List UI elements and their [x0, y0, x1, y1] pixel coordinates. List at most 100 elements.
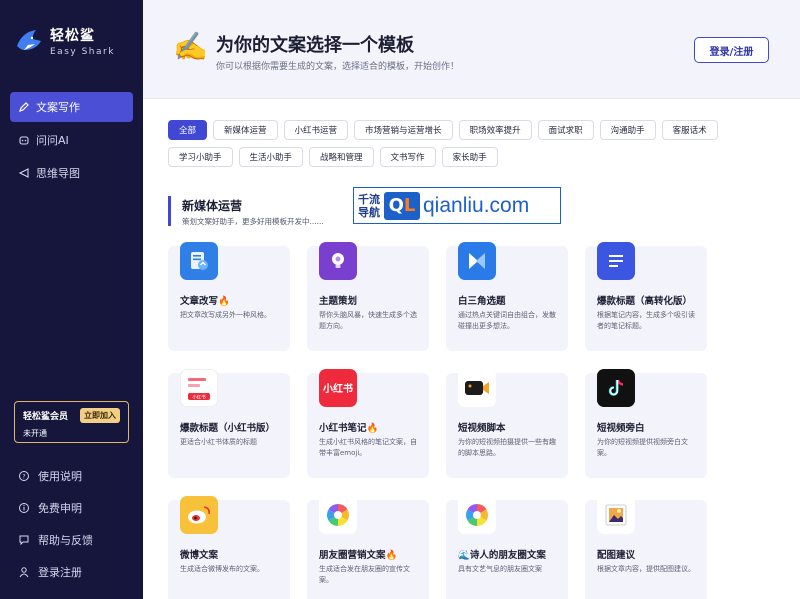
card-description: 帮你头脑风暴，快速生成多个选题方向。 — [319, 311, 417, 330]
template-card[interactable]: 配图建议 根据文章内容，提供配图建议。 — [585, 496, 707, 599]
sidebar-item-feedback[interactable]: 帮助与反馈 — [10, 524, 133, 556]
card-title: 朋友圈营销文案🔥 — [319, 550, 398, 561]
help-circle-icon: ? — [19, 471, 29, 481]
sidebar-item-mindmap[interactable]: 思维导图 — [10, 158, 133, 188]
card-title: 白三角选题 — [458, 296, 506, 307]
filter-chip[interactable]: 市场营销与运营增长 — [354, 120, 453, 140]
card-title: 小红书笔记🔥 — [319, 423, 379, 434]
sidebar-item-label: 思维导图 — [36, 167, 80, 180]
filter-chip[interactable]: 小红书运营 — [283, 120, 349, 140]
watermark-l: L — [403, 195, 416, 216]
join-member-button[interactable]: 立即加入 — [80, 408, 120, 423]
template-card[interactable]: 主题策划 帮你头脑风暴，快速生成多个选题方向。 — [307, 242, 429, 351]
filter-chip[interactable]: 客服话术 — [661, 120, 718, 140]
card-description: 为你的短视频拍摄提供一些有趣的脚本思路。 — [458, 438, 556, 457]
mindmap-icon — [18, 168, 29, 178]
filter-chip[interactable]: 沟通助手 — [599, 120, 656, 140]
card-description: 根据笔记内容，生成多个吸引读者的笔记标题。 — [597, 311, 695, 330]
shark-logo-icon — [17, 30, 41, 50]
sidebar-item-ask-ai[interactable]: 问问AI — [10, 125, 133, 155]
filter-chip[interactable]: 新媒体运营 — [213, 120, 278, 140]
weibo-icon — [180, 496, 218, 534]
watermark-text: 千流 — [358, 192, 380, 206]
page-subtitle: 你可以根据你需要生成的文案，选择适合的模板，开始创作！ — [216, 62, 460, 72]
template-card[interactable]: 小红书 爆款标题（小红书版） 更适合小红书体质的标题 — [168, 369, 290, 478]
category-filter-bar: 全部 新媒体运营 小红书运营 市场营销与运营增长 职场效率提升 面试求职 沟通助… — [168, 120, 793, 174]
card-description: 根据文章内容，提供配图建议。 — [597, 565, 695, 573]
watermark-logo: 千流 导航 QL qianliu.com — [353, 187, 561, 224]
sidebar-item-usage-guide[interactable]: ? 使用说明 — [10, 460, 133, 492]
card-title: 微博文案 — [180, 550, 219, 561]
card-title: 配图建议 — [597, 550, 636, 561]
sidebar-item-label: 帮助与反馈 — [38, 534, 93, 547]
sidebar-item-login[interactable]: 登录注册 — [10, 556, 133, 588]
writing-hand-icon: ✍️ — [173, 30, 208, 63]
brand-subtitle: Easy Shark — [50, 47, 115, 57]
filter-chip[interactable]: 职场效率提升 — [458, 120, 532, 140]
svg-text:小红书: 小红书 — [192, 394, 206, 401]
pen-icon — [19, 102, 29, 112]
template-card[interactable]: 朋友圈营销文案🔥 生成适合发在朋友圈的宣传文案。 — [307, 496, 429, 599]
chat-bot-icon — [19, 136, 29, 145]
section-accent-bar — [168, 196, 171, 226]
filter-chip[interactable]: 生活小助手 — [238, 147, 304, 167]
xiaohongshu-title-icon: 小红书 — [180, 369, 218, 407]
article-rewrite-icon — [180, 242, 218, 280]
filter-chip[interactable]: 家长助手 — [441, 147, 498, 167]
filter-chip[interactable]: 面试求职 — [537, 120, 594, 140]
sidebar-item-writing[interactable]: 文案写作 — [10, 92, 133, 122]
card-title: 文章改写🔥 — [180, 296, 230, 307]
card-description: 为你的短视频提供视频旁白文案。 — [597, 438, 688, 457]
template-card[interactable]: 短视频脚本 为你的短视频拍摄提供一些有趣的脚本思路。 — [446, 369, 568, 478]
filter-chip[interactable]: 全部 — [168, 120, 208, 140]
section-subtitle: 策划文案好助手，更多好用模板开发中...... — [182, 217, 324, 226]
filter-chip[interactable]: 战略和管理 — [309, 147, 374, 167]
watermark-q: Q — [388, 195, 404, 216]
main-content: 全部 新媒体运营 小红书运营 市场营销与运营增长 职场效率提升 面试求职 沟通助… — [143, 99, 800, 599]
sidebar-item-label: 登录注册 — [38, 566, 82, 579]
sidebar-item-disclaimer[interactable]: 免费申明 — [10, 492, 133, 524]
template-card[interactable]: 短视频旁白 为你的短视频提供视频旁白文案。 — [585, 369, 707, 478]
brand[interactable]: 轻松鲨 Easy Shark — [14, 25, 115, 57]
lightbulb-icon — [319, 242, 357, 280]
card-title: 短视频旁白 — [597, 423, 645, 434]
login-register-button[interactable]: 登录/注册 — [694, 37, 769, 63]
sidebar-nav: 文案写作 问问AI 思维导图 — [10, 92, 133, 191]
triangle-icon — [458, 242, 496, 280]
member-status: 未开通 — [23, 429, 47, 438]
member-title: 轻松鲨会员 — [23, 412, 69, 422]
moments-icon — [319, 496, 357, 534]
card-description: 生成适合发在朋友圈的宣传文案。 — [319, 565, 410, 584]
page-header: ✍️ 为你的文案选择一个模板 你可以根据你需要生成的文案，选择适合的模板，开始创… — [143, 0, 800, 99]
sidebar-item-label: 使用说明 — [38, 470, 82, 483]
filter-chip[interactable]: 学习小助手 — [168, 147, 233, 167]
card-title: 爆款标题（小红书版） — [180, 423, 276, 434]
card-description: 把文章改写成另外一种风格。 — [180, 311, 271, 319]
sidebar-item-label: 免费申明 — [38, 502, 82, 515]
card-description: 生成适合微博发布的文案。 — [180, 565, 264, 573]
svg-text:小红书: 小红书 — [322, 382, 353, 395]
card-description: 生成小红书风格的笔记文案，自带丰富emoji。 — [319, 438, 417, 457]
sidebar-bottom-nav: ? 使用说明 免费申明 帮助与反馈 登录注册 — [10, 460, 133, 588]
picture-icon — [597, 496, 635, 534]
template-card[interactable]: 白三角选题 通过热点关键词自由组合，发散碰撞出更多想法。 — [446, 242, 568, 351]
card-title: 短视频脚本 — [458, 423, 506, 434]
sidebar: 轻松鲨 Easy Shark 文案写作 问问AI 思维导图 轻松鲨会员 立即加入… — [0, 0, 143, 599]
card-title: 🌊诗人的朋友圈文案 — [458, 550, 546, 561]
template-card[interactable]: 微博文案 生成适合微博发布的文案。 — [168, 496, 290, 599]
headline-icon — [597, 242, 635, 280]
watermark-text: 导航 — [358, 205, 380, 219]
template-card[interactable]: 爆款标题（高转化版） 根据笔记内容，生成多个吸引读者的笔记标题。 — [585, 242, 707, 351]
feedback-icon — [19, 535, 29, 546]
template-card[interactable]: 小红书 小红书笔记🔥 生成小红书风格的笔记文案，自带丰富emoji。 — [307, 369, 429, 478]
filter-chip[interactable]: 文书写作 — [379, 147, 436, 167]
moments-poet-icon — [458, 496, 496, 534]
card-title: 爆款标题（高转化版） — [597, 296, 693, 307]
page-title: 为你的文案选择一个模板 — [216, 35, 414, 56]
card-description: 通过热点关键词自由组合，发散碰撞出更多想法。 — [458, 311, 556, 330]
sidebar-item-label: 问问AI — [36, 134, 69, 147]
member-card: 轻松鲨会员 立即加入 未开通 — [14, 401, 129, 443]
template-card[interactable]: 文章改写🔥 把文章改写成另外一种风格。 — [168, 242, 290, 351]
template-card[interactable]: 🌊诗人的朋友圈文案 具有文艺气息的朋友圈文案 — [446, 496, 568, 599]
card-description: 具有文艺气息的朋友圈文案 — [458, 565, 542, 573]
